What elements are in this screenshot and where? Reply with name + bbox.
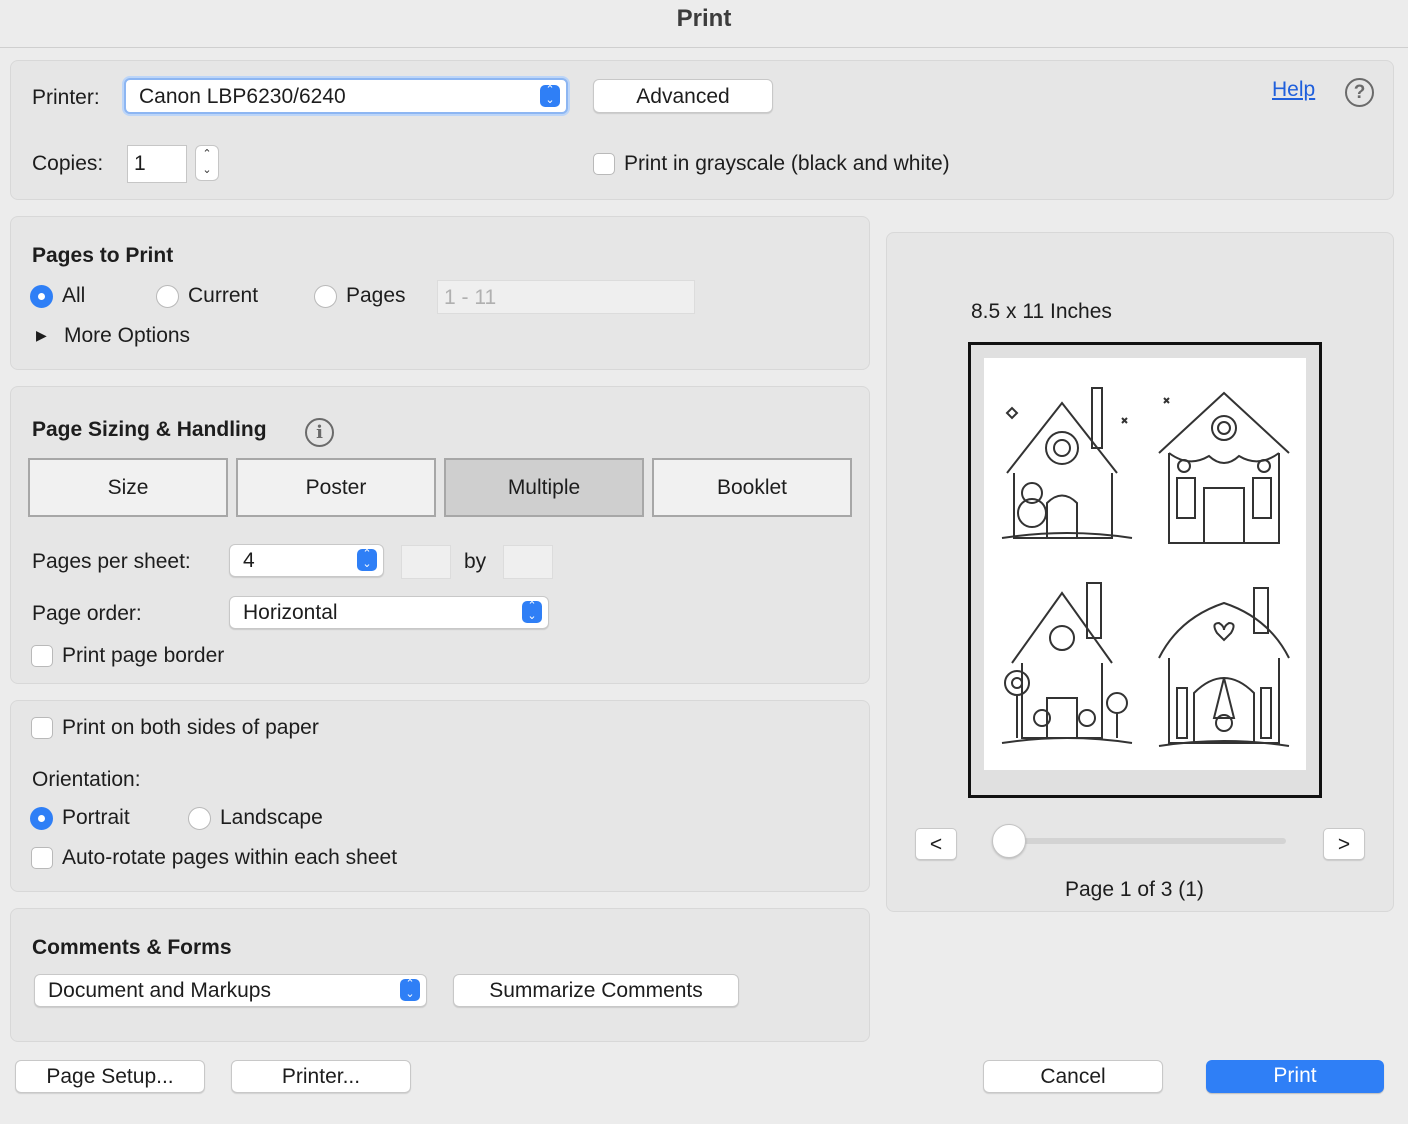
- rows-field: [503, 545, 553, 579]
- chevron-down-icon[interactable]: ⌄: [196, 162, 218, 178]
- print-border-label: Print page border: [62, 644, 225, 667]
- print-button[interactable]: Print: [1206, 1060, 1384, 1093]
- chevron-updown-icon: ⌃ ⌄: [522, 601, 542, 623]
- pages-per-sheet-value: 4: [243, 549, 255, 572]
- grayscale-label: Print in grayscale (black and white): [624, 152, 950, 175]
- page-range-field[interactable]: 1 - 11: [437, 280, 695, 314]
- radio-all-label: All: [62, 284, 86, 307]
- page-order-select[interactable]: Horizontal ⌃ ⌄: [229, 596, 549, 629]
- printer-select-value: Canon LBP6230/6240: [139, 85, 346, 108]
- printer-label: Printer:: [32, 86, 100, 109]
- help-link[interactable]: Help: [1272, 78, 1315, 102]
- auto-rotate-label: Auto-rotate pages within each sheet: [62, 846, 398, 869]
- printer-button[interactable]: Printer...: [231, 1060, 411, 1093]
- orientation-label: Orientation:: [32, 768, 141, 791]
- tab-poster[interactable]: Poster: [236, 458, 436, 517]
- radio-pages-label: Pages: [346, 284, 406, 307]
- print-border-checkbox[interactable]: [31, 645, 53, 667]
- columns-field: [401, 545, 451, 579]
- radio-all[interactable]: [30, 285, 53, 308]
- page-status: Page 1 of 3 (1): [1065, 878, 1204, 901]
- tab-booklet[interactable]: Booklet: [652, 458, 852, 517]
- auto-rotate-checkbox[interactable]: [31, 847, 53, 869]
- page-sizing-heading: Page Sizing & Handling: [32, 418, 267, 441]
- pages-per-sheet-label: Pages per sheet:: [32, 550, 191, 573]
- summarize-comments-button[interactable]: Summarize Comments: [453, 974, 739, 1007]
- both-sides-label: Print on both sides of paper: [62, 716, 319, 739]
- copies-value: 1: [134, 152, 146, 175]
- grayscale-checkbox[interactable]: [593, 153, 615, 175]
- page-range-placeholder: 1 - 11: [444, 286, 497, 309]
- pages-per-sheet-select[interactable]: 4 ⌃ ⌄: [229, 544, 384, 577]
- page-order-label: Page order:: [32, 602, 142, 625]
- radio-landscape[interactable]: [188, 807, 211, 830]
- radio-current-label: Current: [188, 284, 259, 307]
- preview-image-house-3: [1001, 582, 1133, 744]
- chevron-updown-icon: ⌃ ⌄: [357, 549, 377, 571]
- page-slider-track[interactable]: [1005, 838, 1286, 844]
- page-setup-button[interactable]: Page Setup...: [15, 1060, 205, 1093]
- printer-select[interactable]: Canon LBP6230/6240 ⌃ ⌄: [124, 78, 568, 114]
- radio-portrait-label: Portrait: [62, 806, 130, 829]
- preview-image-house-2: [1158, 391, 1290, 544]
- help-icon[interactable]: ?: [1345, 78, 1374, 107]
- tab-multiple[interactable]: Multiple: [444, 458, 644, 517]
- radio-pages[interactable]: [314, 285, 337, 308]
- copies-stepper[interactable]: ⌃ ⌄: [195, 145, 219, 181]
- page-preview: [968, 342, 1322, 798]
- comments-forms-select[interactable]: Document and Markups ⌃ ⌄: [34, 974, 427, 1007]
- info-icon[interactable]: i: [305, 418, 334, 447]
- chevron-up-icon[interactable]: ⌃: [196, 146, 218, 162]
- more-options-label[interactable]: More Options: [64, 324, 190, 348]
- disclosure-triangle-icon[interactable]: ▶: [36, 327, 47, 344]
- page-slider-thumb[interactable]: [992, 824, 1026, 858]
- paper-size-label: 8.5 x 11 Inches: [971, 300, 1112, 323]
- window-title: Print: [0, 0, 1408, 48]
- preview-image-house-1: [1001, 387, 1133, 539]
- previous-page-button[interactable]: <: [915, 828, 957, 860]
- preview-paper: [984, 358, 1306, 770]
- copies-field[interactable]: 1: [127, 145, 187, 183]
- preview-image-house-4: [1158, 587, 1290, 747]
- pages-to-print-heading: Pages to Print: [32, 244, 174, 267]
- by-label: by: [464, 550, 487, 573]
- both-sides-checkbox[interactable]: [31, 717, 53, 739]
- radio-portrait[interactable]: [30, 807, 53, 830]
- radio-current[interactable]: [156, 285, 179, 308]
- chevron-updown-icon: ⌃ ⌄: [400, 979, 420, 1001]
- chevron-updown-icon: ⌃ ⌄: [540, 85, 560, 107]
- next-page-button[interactable]: >: [1323, 828, 1365, 860]
- comments-forms-value: Document and Markups: [48, 979, 271, 1002]
- copies-label: Copies:: [32, 152, 104, 175]
- comments-forms-heading: Comments & Forms: [32, 936, 232, 959]
- cancel-button[interactable]: Cancel: [983, 1060, 1163, 1093]
- tab-size[interactable]: Size: [28, 458, 228, 517]
- radio-landscape-label: Landscape: [220, 806, 323, 829]
- page-order-value: Horizontal: [243, 601, 338, 624]
- advanced-button[interactable]: Advanced: [593, 79, 773, 113]
